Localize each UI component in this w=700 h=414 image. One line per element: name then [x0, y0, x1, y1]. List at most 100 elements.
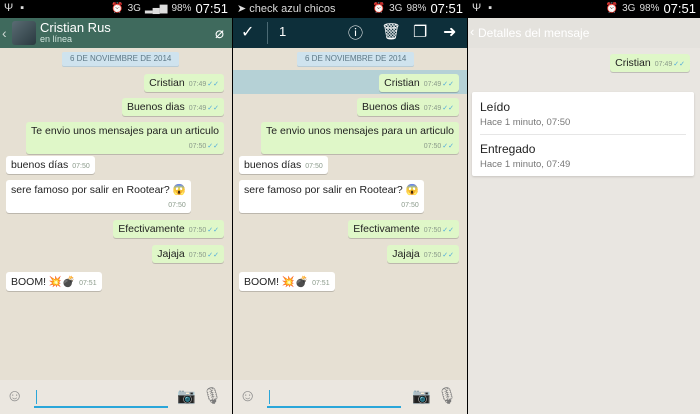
message-bubble[interactable]: Buenos dias 07:49✓✓: [121, 98, 224, 116]
status-left-icons: Ψ ▪: [472, 2, 495, 14]
status-bar: ➤ check azul chicos ⏰ 3G 98% 07:51: [233, 0, 467, 18]
message-bubble[interactable]: sere famoso por salir en Rootear? 😱 07:50: [6, 180, 191, 213]
network-label: 3G: [127, 3, 141, 14]
back-chevron-icon[interactable]: ‹: [470, 24, 474, 39]
message-text: buenos días: [244, 159, 302, 171]
double-check-icon: ✓✓: [442, 81, 454, 88]
alarm-icon: ⏰: [111, 3, 124, 14]
microphone-icon[interactable]: 🎙: [202, 386, 222, 406]
trash-icon[interactable]: 🗑: [381, 22, 401, 42]
date-chip: 6 DE NOVIEMBRE DE 2014: [297, 52, 415, 66]
info-icon[interactable]: ⓘ: [348, 22, 363, 43]
battery-label: 98%: [406, 3, 427, 14]
read-time: Hace 1 minuto, 07:50: [480, 117, 571, 128]
message-bubble[interactable]: Te envio unos mensajes para un articulo 0…: [26, 122, 224, 154]
avatar[interactable]: [12, 21, 36, 45]
message-bubble[interactable]: Cristian 07:49✓✓: [144, 74, 224, 92]
message-bubble[interactable]: Efectivamente 07:50✓✓: [113, 220, 224, 238]
paperclip-icon[interactable]: ⌀: [215, 24, 224, 42]
message-bubble[interactable]: Te envio unos mensajes para un articulo 0…: [261, 122, 459, 154]
text-cursor: [36, 390, 37, 404]
message-input[interactable]: [34, 388, 168, 408]
message-time: 07:51: [312, 280, 330, 287]
read-label: Leído: [480, 100, 511, 114]
battery-label: 98%: [639, 3, 660, 14]
message-bubble[interactable]: BOOM! 💥💣 07:51: [239, 272, 335, 291]
alarm-icon: ⏰: [605, 3, 619, 14]
receipt-card: Leído Hace 1 minuto, 07:50 Entregado Hac…: [472, 92, 694, 176]
double-check-icon: ✓✓: [442, 143, 454, 150]
message-time: 07:49: [654, 61, 673, 68]
message-bubble[interactable]: sere famoso por salir en Rootear? 😱 07:50: [239, 180, 424, 213]
message-text: Te envio unos mensajes para un articulo: [266, 125, 454, 137]
double-check-icon: ✓✓: [442, 105, 454, 112]
notification-text: check azul chicos: [249, 3, 336, 15]
camera-icon[interactable]: 📷: [177, 387, 196, 405]
message-bubble[interactable]: Jajaja 07:50✓✓: [152, 245, 224, 263]
date-chip: 6 DE NOVIEMBRE DE 2014: [62, 52, 180, 66]
message-text: BOOM! 💥💣: [11, 276, 76, 288]
message-bubble-selected[interactable]: Cristian 07:49✓✓: [379, 74, 459, 92]
delivered-row: Entregado Hace 1 minuto, 07:49: [480, 142, 570, 170]
message-text: Efectivamente: [118, 223, 185, 235]
message-bubble[interactable]: Efectivamente 07:50✓✓: [348, 220, 459, 238]
emoji-icon[interactable]: ☺: [239, 386, 256, 406]
message-text: Cristian: [384, 77, 420, 89]
copy-icon[interactable]: ❐: [413, 22, 427, 42]
message-input[interactable]: [267, 388, 401, 408]
double-check-icon: ✓✓: [207, 105, 219, 112]
network-label: 3G: [622, 3, 636, 14]
message-time: 07:49: [188, 105, 207, 112]
microphone-icon[interactable]: 🎙: [437, 386, 457, 406]
signal-icon: ▂▄▆: [144, 3, 168, 14]
check-done-icon[interactable]: ✓: [241, 22, 254, 42]
chat-screen: Ψ ▪ ⏰ 3G ▂▄▆ 98% 07:51 ‹ Cristian Rus en…: [0, 0, 232, 414]
message-time: 07:50: [188, 252, 207, 259]
double-check-icon: ✓✓: [673, 61, 685, 68]
selection-screen: ➤ check azul chicos ⏰ 3G 98% 07:51 ✓ 1 ⓘ…: [233, 0, 467, 414]
message-bubble[interactable]: BOOM! 💥💣 07:51: [6, 272, 102, 291]
message-details-screen: Ψ ▪ ⏰ 3G 98% 07:51 ‹ Detalles del mensaj…: [468, 0, 700, 414]
double-check-icon: ✓✓: [207, 81, 219, 88]
double-check-icon: ✓✓: [207, 227, 219, 234]
battery-label: 98%: [171, 3, 192, 14]
back-chevron-icon[interactable]: ‹: [2, 25, 7, 41]
alarm-icon: ⏰: [372, 3, 386, 14]
delivered-time: Hace 1 minuto, 07:49: [480, 159, 571, 170]
message-text: Cristian: [615, 57, 651, 69]
message-bubble[interactable]: Jajaja 07:50✓✓: [387, 245, 459, 263]
message-time: 07:50: [168, 202, 186, 209]
message-text: Te envio unos mensajes para un articulo: [31, 125, 219, 137]
status-left-icons: Ψ ▪: [4, 2, 27, 14]
status-bar: Ψ ▪ ⏰ 3G 98% 07:51: [468, 0, 700, 18]
message-text: sere famoso por salir en Rootear? 😱: [244, 184, 419, 196]
contact-name[interactable]: Cristian Rus: [40, 20, 111, 35]
message-time: 07:50: [188, 227, 207, 234]
selected-count: 1: [279, 24, 287, 39]
read-row: Leído Hace 1 minuto, 07:50: [480, 100, 570, 128]
message-bubble[interactable]: buenos días 07:50: [239, 156, 328, 174]
emoji-icon[interactable]: ☺: [6, 386, 23, 406]
telegram-icon: ➤: [237, 3, 247, 15]
message-text: sere famoso por salir en Rootear? 😱: [11, 184, 186, 196]
double-check-icon: ✓✓: [207, 143, 219, 150]
message-text: Efectivamente: [353, 223, 420, 235]
text-cursor: [269, 390, 270, 404]
input-bar: ☺ 📷 🎙: [233, 380, 467, 414]
message-text: BOOM! 💥💣: [244, 276, 309, 288]
action-divider: [267, 22, 268, 44]
message-bubble[interactable]: buenos días 07:50: [6, 156, 95, 174]
divider: [480, 134, 686, 135]
message-bubble[interactable]: Buenos dias 07:49✓✓: [356, 98, 459, 116]
camera-icon[interactable]: 📷: [412, 387, 431, 405]
status-time: 07:51: [195, 1, 228, 16]
message-time: 07:49: [188, 81, 207, 88]
contextual-action-bar: ✓ 1 ⓘ 🗑 ❐ ➜: [233, 18, 467, 48]
chat-header[interactable]: ‹ Cristian Rus en línea ⌀: [0, 18, 232, 48]
message-time: 07:49: [423, 105, 442, 112]
forward-icon[interactable]: ➜: [443, 22, 456, 42]
message-time: 07:50: [423, 227, 442, 234]
message-time: 07:51: [79, 280, 97, 287]
status-time: 07:51: [663, 1, 696, 16]
message-bubble: Cristian 07:49✓✓: [610, 54, 690, 72]
